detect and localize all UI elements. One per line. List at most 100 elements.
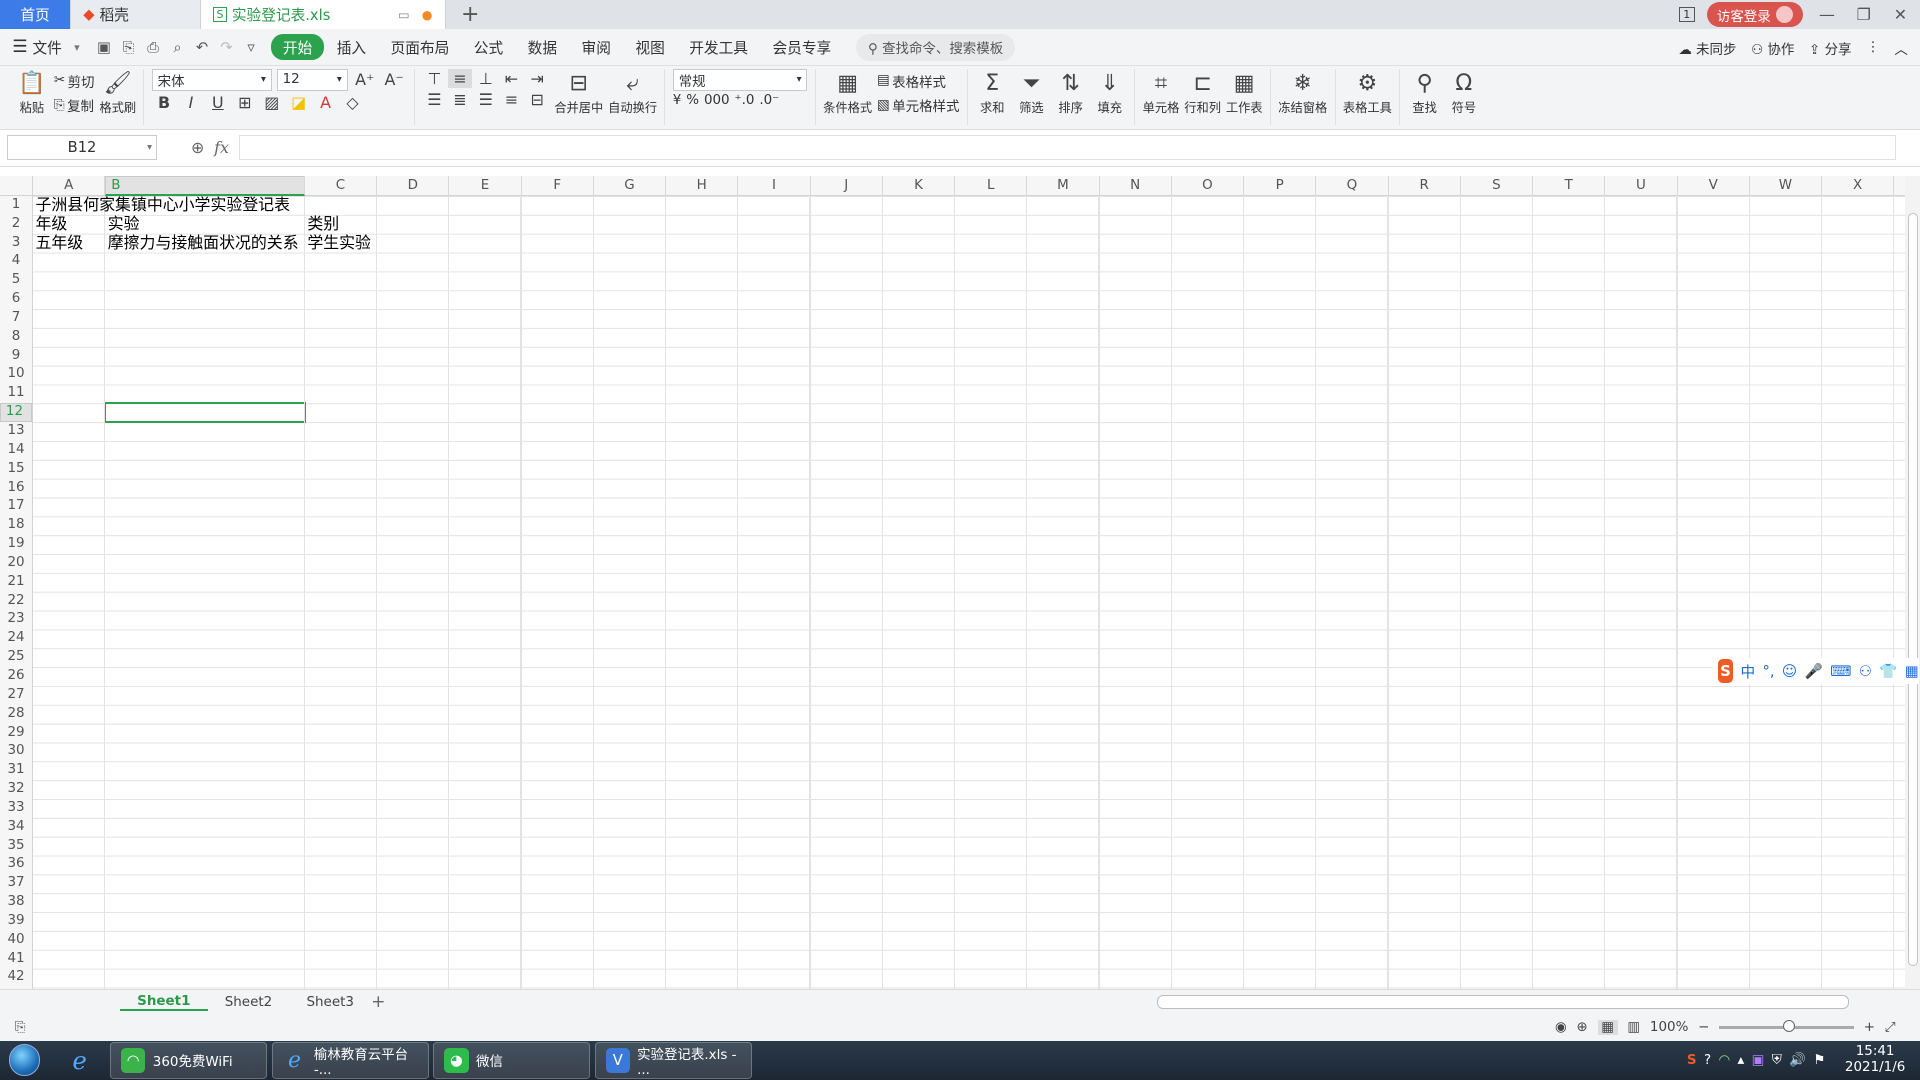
align-middle-icon[interactable]: ≡ xyxy=(447,68,473,88)
font-color-icon[interactable]: A xyxy=(313,93,337,112)
cell-B3[interactable]: 摩擦力与接触面状况的关系 xyxy=(108,233,299,252)
row-header-20[interactable]: 20 xyxy=(0,554,32,573)
sheet-tab-2[interactable]: Sheet2 xyxy=(208,995,290,1010)
ime-toolbar[interactable]: S 中 °, ☺ 🎤 ⌨ ⚇ 👕 ▦ xyxy=(1713,657,1919,685)
cell-button[interactable]: ⌗ 单元格 xyxy=(1143,69,1180,116)
row-header-30[interactable]: 30 xyxy=(0,742,32,761)
selected-cell-outline[interactable] xyxy=(104,402,307,424)
emoji-icon[interactable]: ☺ xyxy=(1782,663,1797,680)
network-icon[interactable]: ◠ xyxy=(1718,1053,1730,1068)
sum-button[interactable]: Σ 求和 xyxy=(975,69,1009,116)
row-header-23[interactable]: 23 xyxy=(0,610,32,629)
cells-area[interactable]: 子洲县何家集镇中心小学实验登记表 年级 实验 类别 五年级 摩擦力与接触面状况的关系 学生实… xyxy=(33,195,1906,990)
row-header-16[interactable]: 16 xyxy=(0,479,32,498)
fx-icon[interactable]: fx xyxy=(214,138,229,157)
filter-button[interactable]: ⏷ 筛选 xyxy=(1014,69,1048,116)
row-header-39[interactable]: 39 xyxy=(0,912,32,931)
font-name-select[interactable]: 宋体 ▾ xyxy=(151,68,272,91)
taskbar-item-wechat[interactable]: ◕ 微信 xyxy=(433,1042,591,1079)
row-header-15[interactable]: 15 xyxy=(0,460,32,479)
tab-member[interactable]: 会员专享 xyxy=(760,34,843,60)
tab-view[interactable]: 视图 xyxy=(623,34,677,60)
row-header-1[interactable]: 1 xyxy=(0,196,32,215)
collaborate-button[interactable]: ⚇ 协作 xyxy=(1751,38,1794,58)
zoom-slider-knob[interactable] xyxy=(1782,1020,1796,1033)
share-button[interactable]: ⇪ 分享 xyxy=(1809,38,1851,58)
start-button[interactable] xyxy=(0,1041,49,1080)
print-icon[interactable]: ⎙ xyxy=(141,39,165,56)
row-header-35[interactable]: 35 xyxy=(0,837,32,856)
taskbar-item-browser[interactable]: ℯ 榆林教育云平台 -... xyxy=(271,1042,429,1079)
column-header-R[interactable]: R xyxy=(1389,176,1461,196)
cell-C2[interactable]: 类别 xyxy=(307,214,339,233)
punctuation-icon[interactable]: °, xyxy=(1763,663,1775,680)
column-header-Q[interactable]: Q xyxy=(1316,176,1389,196)
row-header-2[interactable]: 2 xyxy=(0,215,32,234)
help-icon[interactable]: ? xyxy=(1704,1053,1711,1068)
indent-decrease-icon[interactable]: ⇤ xyxy=(499,69,523,88)
column-header-O[interactable]: O xyxy=(1172,176,1245,196)
save-icon[interactable]: ▣ xyxy=(92,39,116,56)
row-header-32[interactable]: 32 xyxy=(0,780,32,799)
sort-button[interactable]: ⇅ 排序 xyxy=(1053,69,1087,116)
sheet-tab-3[interactable]: Sheet3 xyxy=(289,995,371,1010)
minimize-icon[interactable]: — xyxy=(1815,5,1839,24)
column-header-J[interactable]: J xyxy=(811,176,883,196)
formula-input[interactable] xyxy=(238,135,1896,160)
macro-record-icon[interactable]: ⎘ xyxy=(15,1020,26,1035)
show-hidden-icon[interactable]: ▴ xyxy=(1738,1053,1745,1068)
row-header-8[interactable]: 8 xyxy=(0,328,32,347)
row-header-36[interactable]: 36 xyxy=(0,855,32,874)
fill-style-icon[interactable]: ▨ xyxy=(259,93,283,112)
column-header-I[interactable]: I xyxy=(738,176,811,196)
column-header-P[interactable]: P xyxy=(1244,176,1317,196)
sogou-tray-icon[interactable]: S xyxy=(1687,1053,1697,1068)
row-header-28[interactable]: 28 xyxy=(0,705,32,724)
row-header-25[interactable]: 25 xyxy=(0,648,32,667)
tab-review[interactable]: 审阅 xyxy=(569,34,623,60)
row-header-41[interactable]: 41 xyxy=(0,950,32,969)
column-header-V[interactable]: V xyxy=(1678,176,1750,196)
sync-status[interactable]: ☁ 未同步 xyxy=(1678,38,1736,58)
row-header-6[interactable]: 6 xyxy=(0,290,32,309)
find-button[interactable]: ⚲ 查找 xyxy=(1408,69,1442,116)
tab-start[interactable]: 开始 xyxy=(270,34,325,61)
skin-icon[interactable]: 👕 xyxy=(1879,662,1897,680)
row-header-38[interactable]: 38 xyxy=(0,893,32,912)
ime-mode[interactable]: 中 xyxy=(1740,661,1755,682)
column-header-K[interactable]: K xyxy=(883,176,956,196)
restore-icon[interactable]: ❐ xyxy=(1851,5,1875,24)
tab-formulas[interactable]: 公式 xyxy=(462,34,516,60)
freeze-button[interactable]: ❄ 冻结窗格 xyxy=(1278,69,1327,116)
copy-button[interactable]: ⎘ 复制 xyxy=(54,93,95,117)
toolbox-icon[interactable]: ▦ xyxy=(1905,663,1919,680)
sogou-icon[interactable]: S xyxy=(1717,658,1734,684)
column-header-G[interactable]: G xyxy=(594,176,667,196)
row-header-42[interactable]: 42 xyxy=(0,968,32,987)
clock[interactable]: 15:41 2021/1/6 xyxy=(1845,1044,1905,1076)
format-painter-button[interactable]: 🖌 格式刷 xyxy=(99,69,136,116)
clear-format-icon[interactable]: ◇ xyxy=(340,93,364,112)
shield-icon[interactable]: ⛨ xyxy=(1772,1053,1782,1068)
number-format-select[interactable]: 常规 ▾ xyxy=(672,68,808,91)
zoom-slider[interactable] xyxy=(1719,1020,1854,1033)
column-header-F[interactable]: F xyxy=(522,176,594,196)
tab-pin-icon[interactable]: ▭ xyxy=(398,8,410,22)
align-top-icon[interactable]: ⊤ xyxy=(422,69,446,88)
undo-icon[interactable]: ↶ xyxy=(190,39,214,56)
font-size-select[interactable]: 12 ▾ xyxy=(276,68,348,91)
column-header-C[interactable]: C xyxy=(305,176,378,196)
taskbar-item-wifi[interactable]: ◠ 360免费WiFi xyxy=(110,1042,267,1079)
customize-toolbar-icon[interactable]: ▿ xyxy=(239,39,263,56)
row-header-37[interactable]: 37 xyxy=(0,874,32,893)
zoom-in-icon[interactable]: + xyxy=(1864,1020,1875,1035)
collapse-ribbon-icon[interactable]: ︿ xyxy=(1894,38,1907,58)
rowcol-button[interactable]: ⊏ 行和列 xyxy=(1184,69,1221,116)
paste-button[interactable]: 📋 粘贴 xyxy=(15,69,49,116)
sheet-tab-1[interactable]: Sheet1 xyxy=(120,994,208,1011)
row-header-24[interactable]: 24 xyxy=(0,629,32,648)
align-left-icon[interactable]: ☰ xyxy=(422,90,446,109)
zoom-value[interactable]: 100% xyxy=(1650,1020,1688,1035)
align-center-icon[interactable]: ≣ xyxy=(448,90,472,109)
row-header-34[interactable]: 34 xyxy=(0,818,32,837)
